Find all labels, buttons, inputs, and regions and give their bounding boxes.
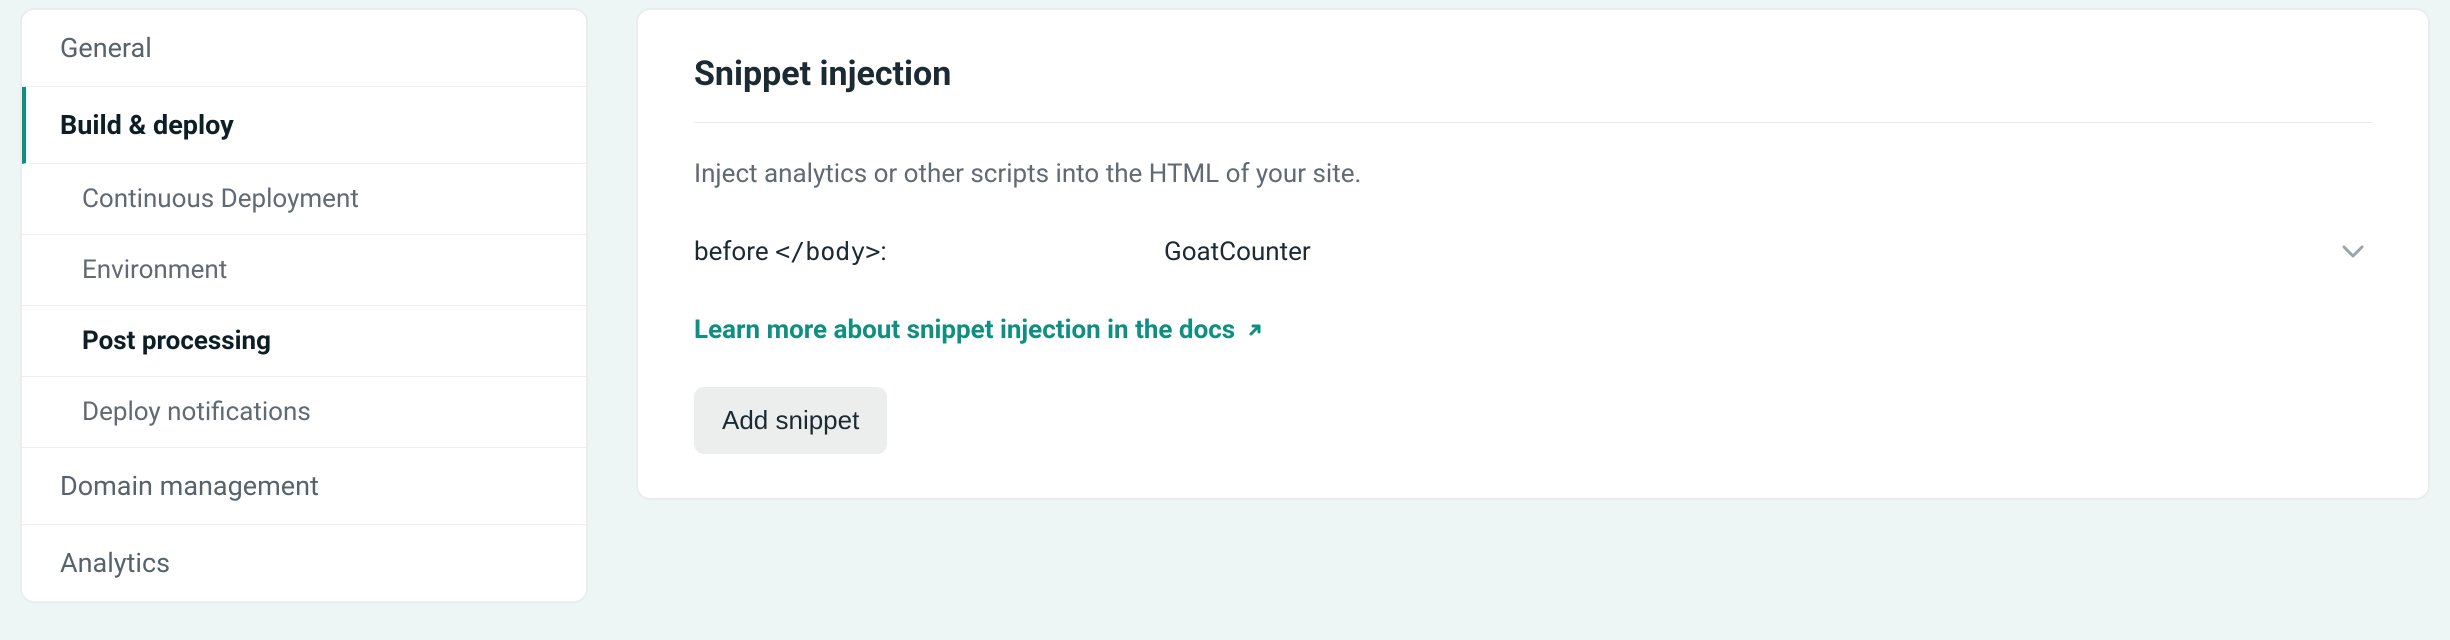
snippet-injection-panel: Snippet injection Inject analytics or ot… <box>636 8 2430 500</box>
docs-link-label: Learn more about snippet injection in th… <box>694 315 1235 345</box>
sidebar-item-environment[interactable]: Environment <box>22 235 586 306</box>
panel-description: Inject analytics or other scripts into t… <box>694 159 2372 189</box>
sidebar-item-analytics[interactable]: Analytics <box>22 525 586 601</box>
add-snippet-button[interactable]: Add snippet <box>694 387 887 454</box>
snippet-position: before </body>: <box>694 237 1164 267</box>
panel-title: Snippet injection <box>694 54 2372 123</box>
sidebar-item-general[interactable]: General <box>22 10 586 87</box>
snippet-position-tag: </body> <box>775 237 880 266</box>
sidebar-item-domain-management[interactable]: Domain management <box>22 448 586 525</box>
sidebar-item-deploy-notifications[interactable]: Deploy notifications <box>22 377 586 448</box>
snippet-name: GoatCounter <box>1164 237 2334 267</box>
snippet-position-suffix: : <box>880 237 886 267</box>
snippet-row[interactable]: before </body>: GoatCounter <box>694 237 2372 267</box>
settings-sidebar: General Build & deploy Continuous Deploy… <box>20 8 588 603</box>
sidebar-item-post-processing[interactable]: Post processing <box>22 306 586 377</box>
chevron-down-icon[interactable] <box>2334 245 2372 259</box>
snippet-position-label: before <box>694 237 775 267</box>
sidebar-item-build-deploy[interactable]: Build & deploy <box>22 87 586 164</box>
external-link-icon <box>1245 320 1265 340</box>
sidebar-item-continuous-deployment[interactable]: Continuous Deployment <box>22 164 586 235</box>
docs-link[interactable]: Learn more about snippet injection in th… <box>694 315 1265 345</box>
